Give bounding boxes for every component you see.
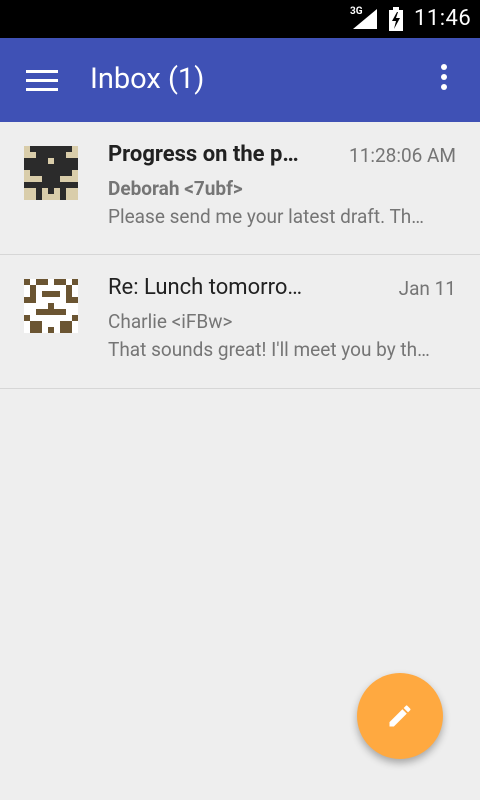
email-subject: Progress on the project — [108, 142, 300, 167]
email-subject: Re: Lunch tomorrow? — [108, 275, 308, 300]
email-row[interactable]: Progress on the project 11:28:06 AM Debo… — [0, 122, 480, 255]
email-time: 11:28:06 AM — [349, 144, 456, 167]
page-title: Inbox (1) — [90, 62, 205, 96]
pencil-icon — [389, 705, 411, 727]
hamburger-menu-icon[interactable] — [26, 70, 58, 92]
app-bar: Inbox (1) — [0, 38, 480, 122]
email-time: Jan 11 — [398, 277, 456, 300]
avatar-identicon — [24, 146, 78, 200]
email-sender: Charlie <iFBw> — [108, 310, 233, 333]
status-bar: 3G 11:46 — [0, 0, 480, 38]
email-preview: That sounds great! I'll meet you by the … — [108, 338, 432, 361]
battery-charging-icon — [389, 7, 403, 31]
signal-icon — [353, 9, 377, 29]
email-preview: Please send me your latest draft. Thanks… — [108, 205, 432, 228]
avatar-identicon — [24, 279, 78, 333]
compose-button[interactable] — [357, 673, 443, 759]
status-clock: 11:46 — [414, 6, 472, 31]
email-row[interactable]: Re: Lunch tomorrow? Jan 11 Charlie <iFBw… — [0, 255, 480, 389]
email-sender: Deborah <7ubf> — [108, 177, 243, 200]
email-list: Progress on the project 11:28:06 AM Debo… — [0, 122, 480, 389]
more-vert-icon[interactable] — [432, 64, 456, 96]
